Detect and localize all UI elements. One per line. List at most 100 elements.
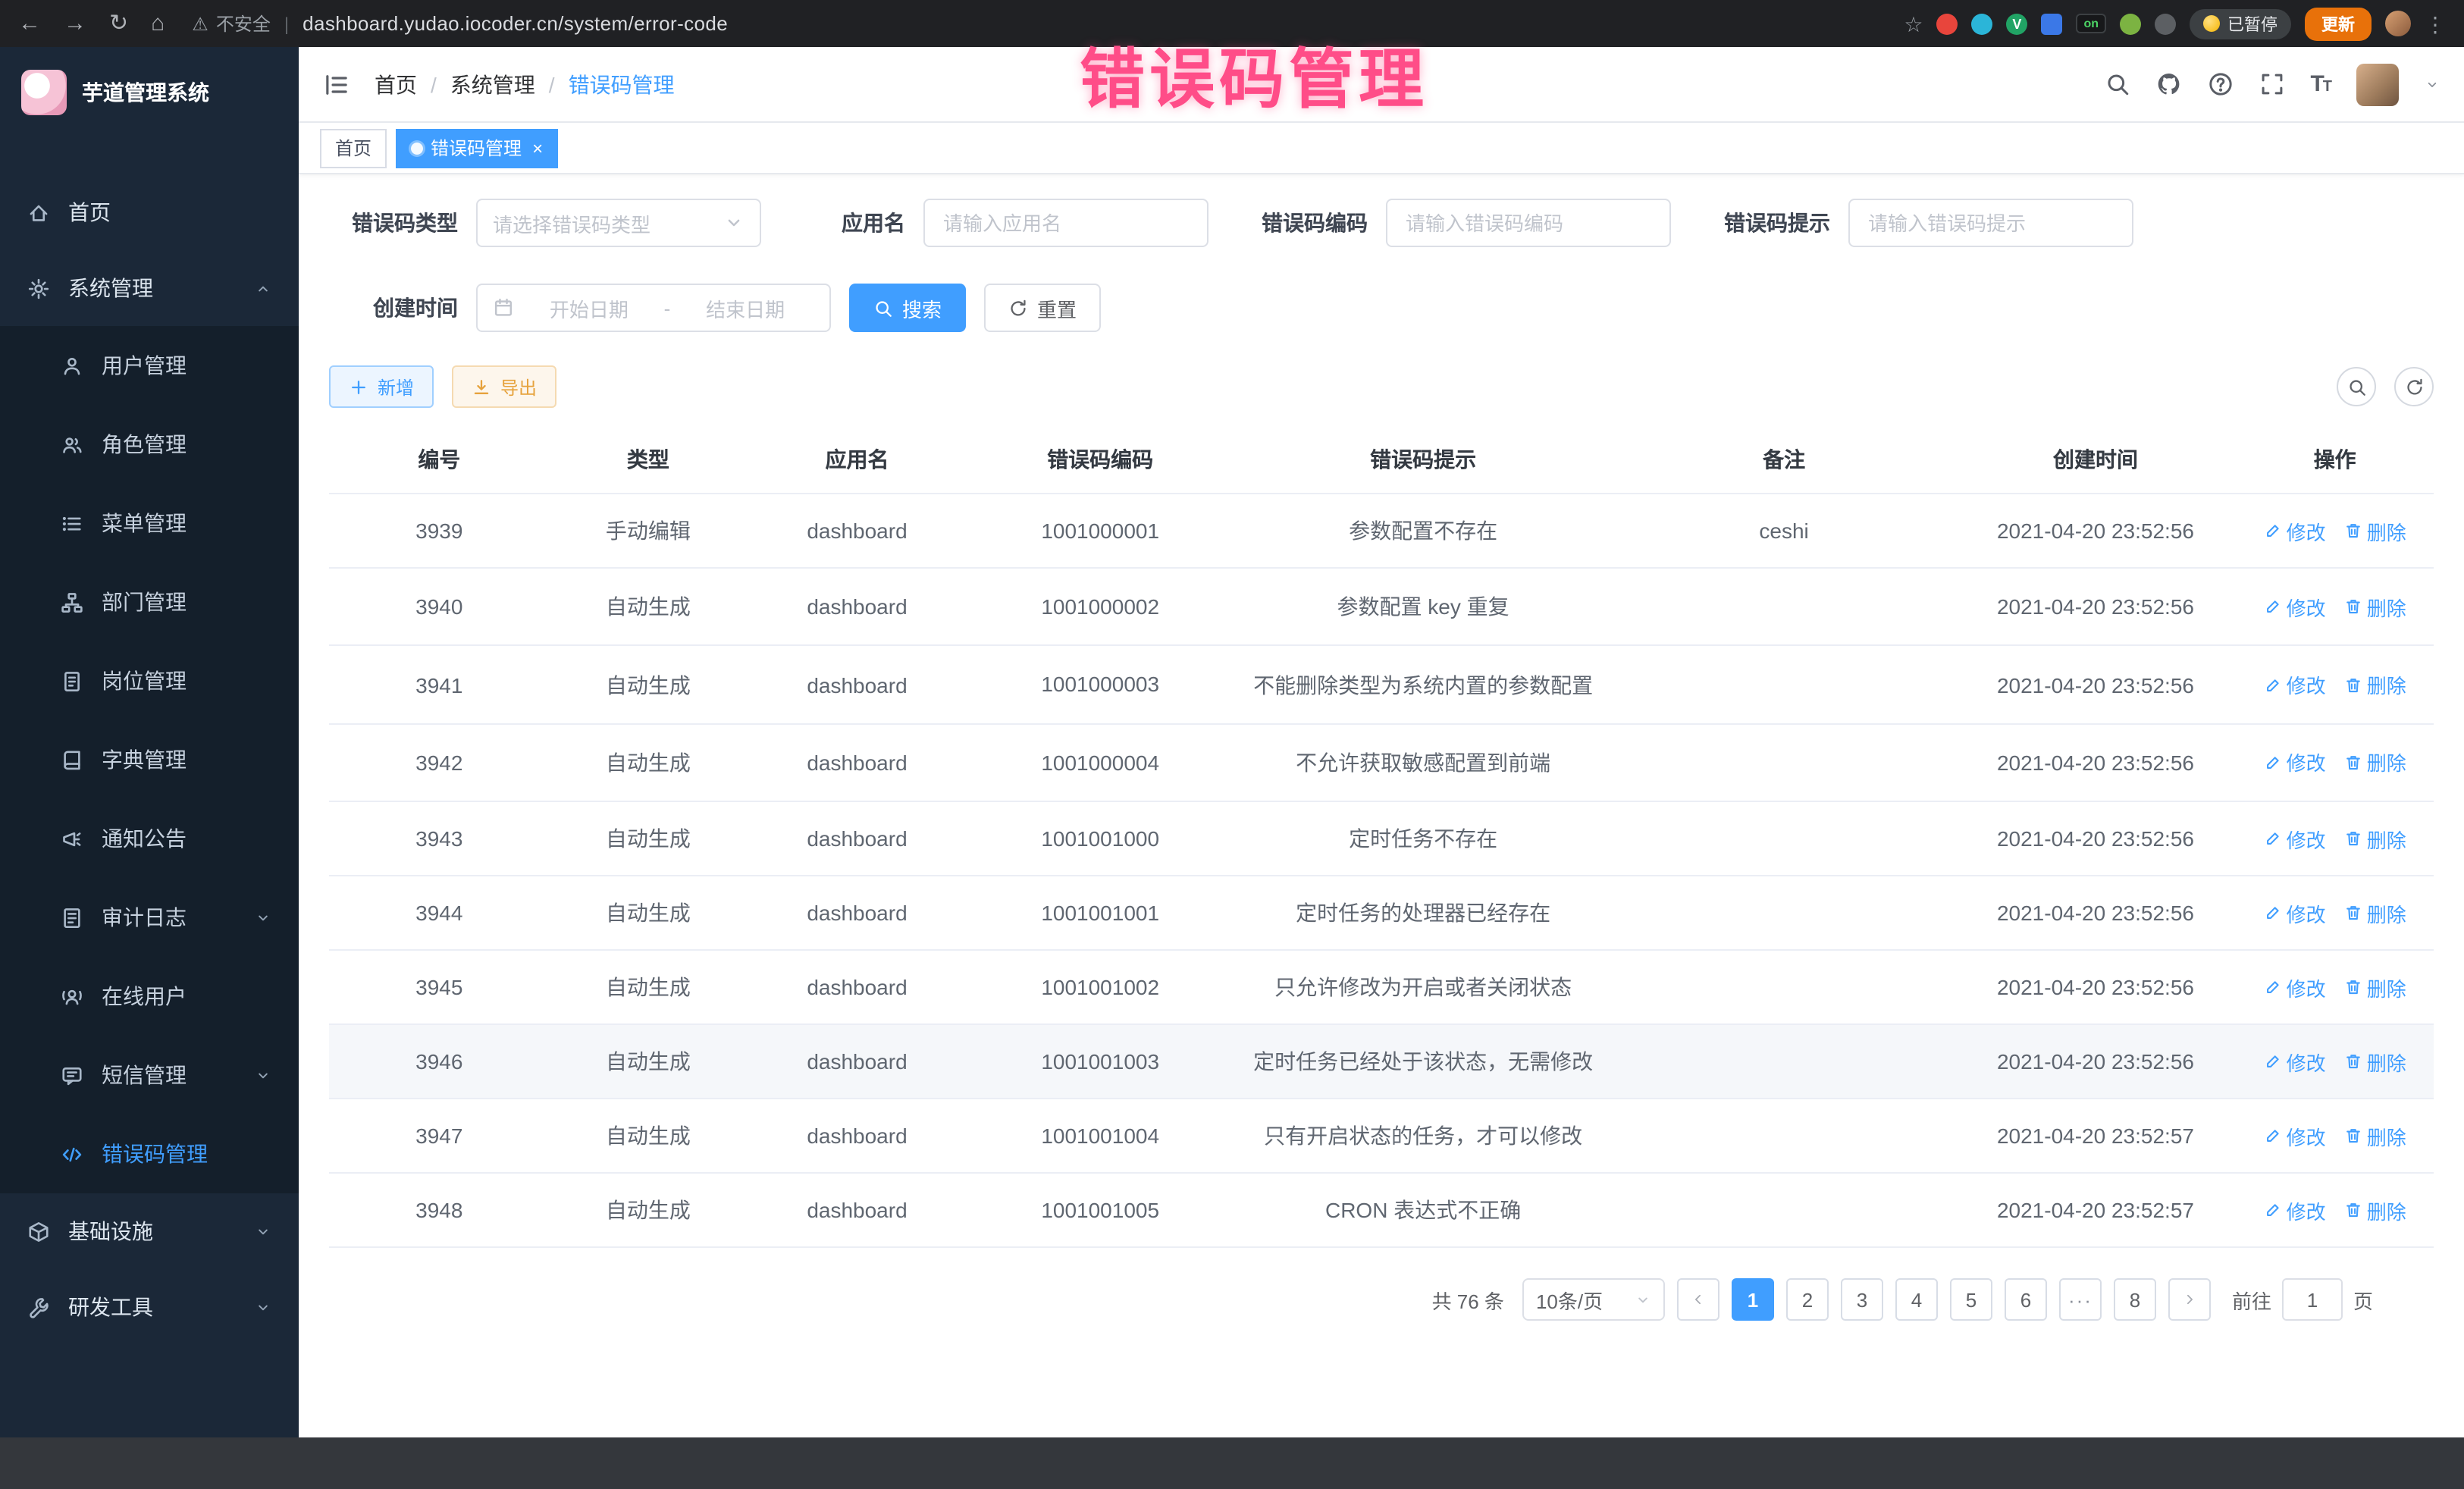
sidebar-logo[interactable]: 芋道管理系统 [0,47,299,138]
sidebar-item-dev-tool[interactable]: 研发工具 [0,1269,299,1345]
delete-link[interactable]: 删除 [2344,748,2406,777]
extension-teal-icon[interactable] [1971,13,1992,34]
sidebar-item-user[interactable]: 用户管理 [0,326,299,405]
back-icon[interactable]: ← [18,12,41,35]
tab-home[interactable]: 首页 [320,128,387,168]
sidebar-item-system[interactable]: 系统管理 [0,250,299,326]
page-size-select[interactable]: 10条/页 [1522,1278,1665,1321]
edit-link[interactable]: 修改 [2264,824,2326,853]
sidebar-item-online[interactable]: 在线用户 [0,957,299,1036]
cell-actions: 修改删除 [2236,724,2434,802]
cell-id: 3945 [329,950,550,1024]
edit-link[interactable]: 修改 [2264,973,2326,1002]
edit-link[interactable]: 修改 [2264,592,2326,621]
forward-icon[interactable]: → [64,12,86,35]
reset-button[interactable]: 重置 [984,284,1101,332]
edit-link[interactable]: 修改 [2264,898,2326,927]
pager-page-3[interactable]: 3 [1841,1278,1883,1321]
error-code-input[interactable] [1386,199,1671,247]
plus-icon [349,377,368,397]
sidebar-item-label: 岗位管理 [102,666,187,696]
delete-link[interactable]: 删除 [2344,516,2406,545]
end-date-placeholder[interactable]: 结束日期 [676,293,814,322]
extension-puzzle-icon[interactable] [2155,13,2176,34]
delete-link[interactable]: 删除 [2344,1047,2406,1076]
sidebar-item-dept[interactable]: 部门管理 [0,563,299,641]
delete-link[interactable]: 删除 [2344,670,2406,699]
app-name-input[interactable] [923,199,1208,247]
edit-link[interactable]: 修改 [2264,1196,2326,1224]
update-button[interactable]: 更新 [2305,7,2372,40]
pager-page-4[interactable]: 4 [1895,1278,1938,1321]
reload-icon[interactable]: ↻ [109,12,128,35]
edit-link[interactable]: 修改 [2264,748,2326,777]
help-question-icon[interactable] [2207,71,2233,97]
sidebar-item-dict[interactable]: 字典管理 [0,720,299,799]
export-button[interactable]: 导出 [452,365,556,408]
show-search-toggle[interactable] [2337,367,2376,406]
edit-link[interactable]: 修改 [2264,516,2326,545]
tab-close-icon[interactable]: × [532,139,543,157]
sidebar-item-post[interactable]: 岗位管理 [0,641,299,720]
error-type-select[interactable]: 请选择错误码类型 [476,199,761,247]
top-navbar: 首页/系统管理/错误码管理 TT [299,47,2464,123]
pager-page-8[interactable]: 8 [2114,1278,2156,1321]
tab-error-code[interactable]: 错误码管理× [396,128,558,168]
sidebar-toggle-icon[interactable] [323,71,350,98]
delete-link[interactable]: 删除 [2344,824,2406,853]
search-icon[interactable] [2104,71,2130,97]
user-avatar[interactable] [2356,63,2399,105]
pager-page-6[interactable]: 6 [2005,1278,2047,1321]
extension-blue-grid-icon[interactable] [2041,13,2062,34]
edit-link[interactable]: 修改 [2264,1121,2326,1150]
refresh-table-button[interactable] [2394,367,2434,406]
browser-menu-icon[interactable]: ⋮ [2425,13,2446,34]
sidebar-item-menu[interactable]: 菜单管理 [0,484,299,563]
delete-link[interactable]: 删除 [2344,898,2406,927]
edit-link[interactable]: 修改 [2264,1047,2326,1076]
tags-view-bar: 首页错误码管理× [299,123,2464,174]
delete-link[interactable]: 删除 [2344,592,2406,621]
pager-page-2[interactable]: 2 [1786,1278,1829,1321]
extension-red-icon[interactable] [1936,13,1958,34]
breadcrumb-item[interactable]: 首页 [375,69,417,99]
github-icon[interactable] [2155,71,2181,97]
sidebar-item-sms[interactable]: 短信管理 [0,1036,299,1114]
delete-link[interactable]: 删除 [2344,1121,2406,1150]
sidebar-item-notice[interactable]: 通知公告 [0,799,299,878]
cell-code: 1001000003 [967,646,1234,724]
search-button[interactable]: 搜索 [849,284,966,332]
extension-on-icon[interactable]: on [2076,14,2106,33]
fullscreen-icon[interactable] [2259,71,2284,97]
pager-next-button[interactable] [2168,1278,2211,1321]
pager-ellipsis[interactable]: ··· [2059,1278,2102,1321]
sidebar-item-home[interactable]: 首页 [0,174,299,250]
pager-page-5[interactable]: 5 [1950,1278,1992,1321]
browser-profile-avatar[interactable] [2385,11,2411,36]
goto-page-input[interactable] [2282,1278,2343,1321]
font-size-icon[interactable]: TT [2310,71,2331,97]
extension-leaf-icon[interactable] [2120,13,2141,34]
delete-link[interactable]: 删除 [2344,973,2406,1002]
security-label[interactable]: 不安全 [216,11,271,36]
chevron-down-icon[interactable] [2425,77,2440,92]
edit-link[interactable]: 修改 [2264,670,2326,699]
sidebar-item-error-code[interactable]: 错误码管理 [0,1114,299,1193]
url-text[interactable]: dashboard.yudao.iocoder.cn/system/error-… [303,12,728,35]
sidebar-item-label: 菜单管理 [102,508,187,538]
pager-prev-button[interactable] [1677,1278,1719,1321]
start-date-placeholder[interactable]: 开始日期 [520,293,658,322]
browser-home-icon[interactable]: ⌂ [151,12,165,35]
pager-page-1[interactable]: 1 [1732,1278,1774,1321]
breadcrumb-item[interactable]: 系统管理 [450,69,535,99]
paused-badge[interactable]: 已暂停 [2190,8,2291,39]
sidebar-item-audit-log[interactable]: 审计日志 [0,878,299,957]
bookmark-star-icon[interactable]: ☆ [1904,13,1923,34]
delete-link[interactable]: 删除 [2344,1196,2406,1224]
sidebar-item-role[interactable]: 角色管理 [0,405,299,484]
extension-green-v-icon[interactable]: V [2006,13,2027,34]
sidebar-item-infra[interactable]: 基础设施 [0,1193,299,1269]
add-button[interactable]: 新增 [329,365,434,408]
error-msg-input[interactable] [1848,199,2133,247]
date-range-picker[interactable]: 开始日期 - 结束日期 [476,284,831,332]
